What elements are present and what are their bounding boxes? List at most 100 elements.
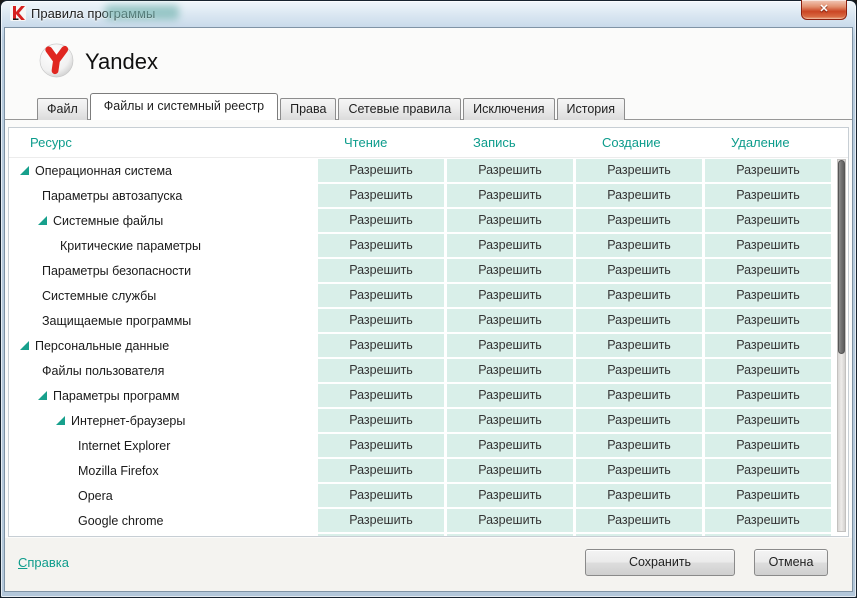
permission-button[interactable]: Разрешить	[576, 359, 702, 382]
permission-button[interactable]: Разрешить	[576, 209, 702, 232]
resource-cell[interactable]: Критические параметры	[9, 233, 318, 258]
permission-button[interactable]: Разрешить	[705, 384, 831, 407]
permission-button[interactable]: Разрешить	[447, 334, 573, 357]
permission-button-clipped[interactable]	[447, 534, 573, 536]
permission-button[interactable]: Разрешить	[318, 459, 444, 482]
permission-button[interactable]: Разрешить	[576, 484, 702, 507]
help-link[interactable]: Справка	[18, 555, 69, 570]
permission-button[interactable]: Разрешить	[705, 334, 831, 357]
permission-button[interactable]: Разрешить	[447, 409, 573, 432]
permission-button[interactable]: Разрешить	[705, 259, 831, 282]
resource-cell[interactable]: Параметры автозапуска	[9, 183, 318, 208]
resource-cell[interactable]: Opera	[9, 483, 318, 508]
permission-button[interactable]: Разрешить	[318, 359, 444, 382]
permission-button[interactable]: Разрешить	[705, 409, 831, 432]
permission-button[interactable]: Разрешить	[318, 334, 444, 357]
permission-button[interactable]: Разрешить	[576, 284, 702, 307]
permission-button[interactable]: Разрешить	[447, 259, 573, 282]
permission-button[interactable]: Разрешить	[447, 459, 573, 482]
vertical-scrollbar[interactable]	[837, 159, 846, 532]
permission-button[interactable]: Разрешить	[318, 184, 444, 207]
resource-cell[interactable]: Файлы пользователя	[9, 358, 318, 383]
permission-button-clipped[interactable]	[576, 534, 702, 536]
permission-button[interactable]: Разрешить	[705, 509, 831, 532]
resource-cell[interactable]: Системные службы	[9, 283, 318, 308]
resource-cell[interactable]: Защищаемые программы	[9, 308, 318, 333]
permission-button[interactable]: Разрешить	[318, 284, 444, 307]
permission-button[interactable]: Разрешить	[576, 309, 702, 332]
tab-3[interactable]: Сетевые правила	[338, 98, 462, 120]
permission-button[interactable]: Разрешить	[447, 234, 573, 257]
tree-expand-icon[interactable]	[20, 341, 35, 350]
permission-button[interactable]: Разрешить	[705, 459, 831, 482]
permission-button-clipped[interactable]	[318, 534, 444, 536]
permission-button[interactable]: Разрешить	[318, 309, 444, 332]
permission-button[interactable]: Разрешить	[705, 309, 831, 332]
resource-cell[interactable]: Mozilla Firefox	[9, 458, 318, 483]
permission-button[interactable]: Разрешить	[576, 259, 702, 282]
permission-button[interactable]: Разрешить	[576, 184, 702, 207]
tree-expand-icon[interactable]	[38, 216, 53, 225]
permission-button[interactable]: Разрешить	[447, 184, 573, 207]
permission-button[interactable]: Разрешить	[705, 209, 831, 232]
permission-button[interactable]: Разрешить	[576, 334, 702, 357]
resource-cell[interactable]: Системные файлы	[9, 208, 318, 233]
permission-button[interactable]: Разрешить	[705, 359, 831, 382]
tree-expand-icon[interactable]	[38, 391, 53, 400]
resource-cell[interactable]: Internet Explorer	[9, 433, 318, 458]
permission-button[interactable]: Разрешить	[447, 384, 573, 407]
permission-button[interactable]: Разрешить	[576, 384, 702, 407]
resource-cell[interactable]: Параметры безопасности	[9, 258, 318, 283]
cancel-button[interactable]: Отмена	[754, 549, 828, 576]
tab-1[interactable]: Файлы и системный реестр	[89, 93, 279, 120]
resource-cell[interactable]: Персональные данные	[9, 333, 318, 358]
permission-button[interactable]: Разрешить	[576, 159, 702, 182]
tab-5[interactable]: История	[556, 98, 626, 120]
permission-button[interactable]: Разрешить	[705, 434, 831, 457]
permission-button[interactable]: Разрешить	[576, 234, 702, 257]
scrollbar-thumb[interactable]	[838, 160, 845, 354]
permission-button[interactable]: Разрешить	[318, 434, 444, 457]
permission-button[interactable]: Разрешить	[318, 409, 444, 432]
resource-cell[interactable]: Интернет-браузеры	[9, 408, 318, 433]
permission-button[interactable]: Разрешить	[318, 259, 444, 282]
permission-button[interactable]: Разрешить	[447, 359, 573, 382]
permission-button[interactable]: Разрешить	[318, 509, 444, 532]
permission-button[interactable]: Разрешить	[447, 434, 573, 457]
resource-label: Opera	[78, 488, 113, 503]
save-button[interactable]: Сохранить	[585, 549, 735, 576]
action-column-header: Чтение	[344, 135, 388, 150]
permission-button[interactable]: Разрешить	[705, 234, 831, 257]
permission-button[interactable]: Разрешить	[447, 284, 573, 307]
expanded-triangle-icon	[38, 391, 47, 400]
permission-button[interactable]: Разрешить	[318, 484, 444, 507]
resource-cell[interactable]: Параметры программ	[9, 383, 318, 408]
permission-button[interactable]: Разрешить	[576, 434, 702, 457]
tree-expand-icon[interactable]	[20, 166, 35, 175]
resource-cell[interactable]: Google chrome	[9, 508, 318, 533]
permission-button[interactable]: Разрешить	[576, 509, 702, 532]
permission-button[interactable]: Разрешить	[318, 159, 444, 182]
permission-button[interactable]: Разрешить	[318, 384, 444, 407]
permission-button[interactable]: Разрешить	[576, 409, 702, 432]
permission-button[interactable]: Разрешить	[447, 484, 573, 507]
permission-button[interactable]: Разрешить	[447, 209, 573, 232]
permission-button[interactable]: Разрешить	[447, 509, 573, 532]
permission-button[interactable]: Разрешить	[318, 234, 444, 257]
tree-expand-icon[interactable]	[56, 416, 71, 425]
permission-button[interactable]: Разрешить	[705, 184, 831, 207]
permission-button-clipped[interactable]	[705, 534, 831, 536]
resource-cell[interactable]: Операционная система	[9, 158, 318, 183]
permission-button[interactable]: Разрешить	[705, 159, 831, 182]
table-row: Параметры программ Разрешить Разрешить Разр…	[9, 383, 848, 408]
tab-4[interactable]: Исключения	[463, 98, 555, 120]
permission-button[interactable]: Разрешить	[576, 459, 702, 482]
close-button[interactable]: ✕	[801, 0, 847, 20]
permission-button[interactable]: Разрешить	[318, 209, 444, 232]
tab-0[interactable]: Файл	[37, 98, 88, 120]
permission-button[interactable]: Разрешить	[447, 309, 573, 332]
permission-button[interactable]: Разрешить	[447, 159, 573, 182]
permission-button[interactable]: Разрешить	[705, 484, 831, 507]
permission-button[interactable]: Разрешить	[705, 284, 831, 307]
tab-2[interactable]: Права	[280, 98, 337, 120]
